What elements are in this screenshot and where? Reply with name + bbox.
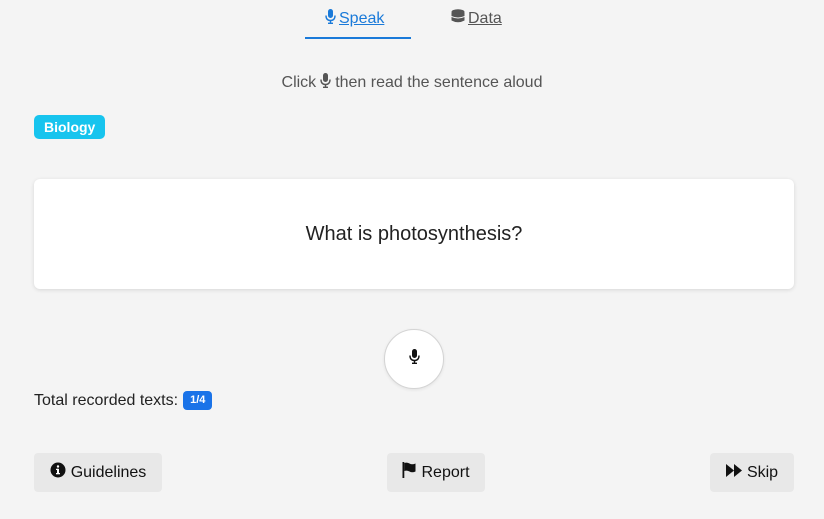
flag-icon: [402, 462, 421, 483]
category-badge: Biology: [34, 115, 106, 139]
tab-data-label: Data: [468, 10, 502, 27]
instruction-suffix: then read the sentence aloud: [335, 74, 543, 91]
record-button[interactable]: [384, 329, 444, 389]
info-icon: [50, 462, 71, 483]
report-button[interactable]: Report: [387, 453, 485, 492]
microphone-icon: [316, 73, 335, 93]
report-label: Report: [421, 463, 470, 481]
sentence-text: What is photosynthesis?: [305, 222, 523, 245]
fast-forward-icon: [725, 463, 747, 482]
skip-label: Skip: [746, 463, 779, 481]
recorded-count-label: Total recorded texts:: [34, 391, 179, 409]
tab-speak[interactable]: Speak: [325, 9, 384, 29]
active-tab-indicator: [305, 37, 411, 39]
guidelines-label: Guidelines: [70, 463, 147, 481]
tab-bar: Speak Data: [0, 0, 824, 40]
instruction-text: Click then read the sentence aloud: [0, 73, 824, 93]
instruction-prefix: Click: [281, 74, 317, 91]
recorded-count-badge: 1/4: [183, 391, 213, 410]
microphone-icon: [325, 9, 339, 29]
tab-speak-label: Speak: [339, 10, 385, 27]
skip-button[interactable]: Skip: [710, 453, 794, 492]
sentence-card: What is photosynthesis?: [34, 179, 794, 289]
microphone-icon: [408, 349, 420, 369]
guidelines-button[interactable]: Guidelines: [34, 453, 162, 492]
tab-data[interactable]: Data: [451, 9, 502, 29]
recorded-count: Total recorded texts: 1/4: [34, 391, 213, 410]
database-icon: [451, 9, 468, 29]
